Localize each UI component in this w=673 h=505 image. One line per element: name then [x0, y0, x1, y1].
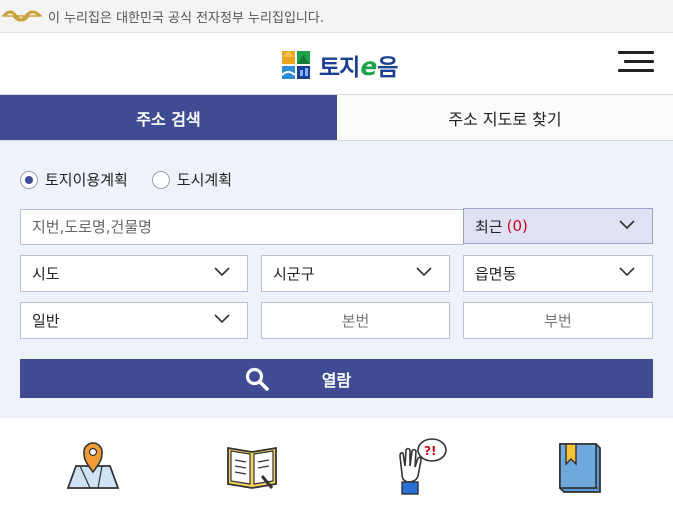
site-logo[interactable]: 토지 e 음 — [281, 48, 398, 82]
land-logo-icon — [281, 51, 310, 79]
tab-address-search[interactable]: 주소 검색 — [0, 95, 337, 140]
address-search-input[interactable] — [20, 209, 464, 245]
lot-type-select[interactable]: 일반 — [20, 302, 248, 339]
recent-search-dropdown[interactable]: 최근 (0) — [463, 208, 653, 244]
search-tabs: 주소 검색 주소 지도로 찾기 — [0, 95, 673, 141]
sido-select[interactable]: 시도 — [20, 255, 248, 292]
view-button[interactable]: 열람 — [20, 359, 653, 398]
radio-urban-plan[interactable]: 도시계획 — [151, 169, 232, 190]
sigungu-select[interactable]: 시군구 — [261, 255, 450, 292]
gov-banner-text: 이 누리집은 대한민국 공식 전자정부 누리집입니다. — [48, 10, 324, 26]
chevron-down-icon — [214, 314, 230, 324]
chevron-down-icon — [619, 220, 635, 230]
bookmark-book-icon[interactable] — [550, 436, 610, 496]
radio-unchecked-icon — [151, 170, 170, 189]
brand-name: 토지 e 음 — [319, 52, 398, 81]
search-icon — [245, 367, 269, 391]
radio-checked-icon — [20, 170, 38, 189]
open-book-icon[interactable] — [222, 436, 282, 496]
tab-map-search[interactable]: 주소 지도로 찾기 — [337, 95, 673, 140]
gov-banner: 이 누리집은 대한민국 공식 전자정부 누리집입니다. — [0, 0, 673, 33]
svg-text:?!: ?! — [424, 444, 436, 458]
plan-type-radio-group: 토지이용계획 도시계획 — [20, 169, 256, 190]
map-pin-icon[interactable] — [62, 436, 122, 496]
site-header: 토지 e 음 — [0, 33, 673, 95]
search-panel: 토지이용계획 도시계획 최근 (0) 시도 시군구 읍면동 일반 본번 부번 열… — [0, 141, 673, 418]
radio-land-use-plan[interactable]: 토지이용계획 — [20, 169, 128, 190]
recent-count: (0) — [506, 217, 528, 235]
sub-number-input[interactable]: 부번 — [463, 302, 653, 339]
chevron-down-icon — [416, 267, 432, 277]
main-number-input[interactable]: 본번 — [261, 302, 450, 339]
hamburger-menu-icon[interactable] — [618, 49, 654, 75]
chevron-down-icon — [214, 267, 230, 277]
gov-emblem-icon — [2, 10, 42, 22]
quick-menu: ?! — [0, 418, 673, 505]
chevron-down-icon — [619, 267, 635, 277]
eupmyeondong-select[interactable]: 읍면동 — [463, 255, 653, 292]
question-hand-icon[interactable]: ?! — [390, 436, 450, 496]
